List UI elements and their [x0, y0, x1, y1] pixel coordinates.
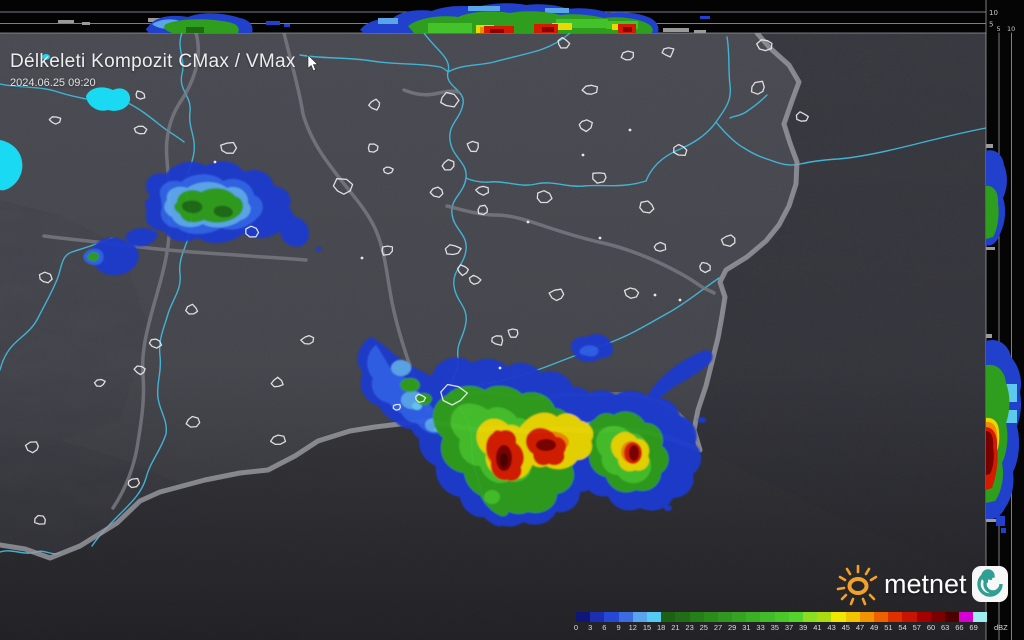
scale-tick-label: 15: [643, 623, 651, 632]
scale-tick-label: 41: [813, 623, 821, 632]
scale-cell: [576, 612, 590, 622]
svg-text:5: 5: [997, 25, 1001, 33]
radar-map[interactable]: 105510: [0, 0, 1024, 640]
scale-tick-label: 69: [969, 623, 977, 632]
scale-tick-label: 47: [856, 623, 864, 632]
scale-tick-label: 54: [898, 623, 906, 632]
color-scale-cells: [576, 612, 987, 622]
scale-cell: [704, 612, 718, 622]
shade-gradient: [0, 33, 986, 640]
scale-tick-label: 12: [629, 623, 637, 632]
scale-cell: [789, 612, 803, 622]
svg-text:5: 5: [989, 21, 993, 29]
scale-cell: [633, 612, 647, 622]
scale-tick-label: 9: [617, 623, 621, 632]
scale-cell: [590, 612, 604, 622]
scale-tick-label: 23: [685, 623, 693, 632]
scale-cell: [945, 612, 959, 622]
right-strip-bg: [986, 0, 1024, 640]
scale-cell: [675, 612, 689, 622]
scale-tick-label: 49: [870, 623, 878, 632]
scale-cell: [604, 612, 618, 622]
scale-cell: [803, 612, 817, 622]
dbz-unit-label: dBZ: [994, 623, 1008, 632]
scale-cell: [931, 612, 945, 622]
scale-cell: [760, 612, 774, 622]
scale-cell: [874, 612, 888, 622]
scale-cell: [690, 612, 704, 622]
scale-cell: [647, 612, 661, 622]
scale-tick-label: 29: [728, 623, 736, 632]
scale-tick-label: 60: [927, 623, 935, 632]
scale-tick-label: 31: [742, 623, 750, 632]
scale-tick-label: 51: [884, 623, 892, 632]
scale-tick-label: 37: [785, 623, 793, 632]
color-scale-labels: dBZ 036912151821232527293133353739414345…: [576, 623, 987, 633]
scale-cell: [846, 612, 860, 622]
scale-cell: [902, 612, 916, 622]
scale-cell: [746, 612, 760, 622]
svg-text:10: 10: [989, 9, 998, 17]
scale-tick-label: 21: [671, 623, 679, 632]
scale-tick-label: 43: [827, 623, 835, 632]
scale-tick-label: 6: [602, 623, 606, 632]
spiral-app-icon: [971, 565, 1009, 603]
scale-tick-label: 45: [842, 623, 850, 632]
logo-wordmark: metnet: [884, 564, 967, 604]
scale-tick-label: 18: [657, 623, 665, 632]
scale-cell: [619, 612, 633, 622]
scale-tick-label: 33: [756, 623, 764, 632]
scale-cell: [959, 612, 973, 622]
scale-cell: [888, 612, 902, 622]
dbz-color-scale: dBZ 036912151821232527293133353739414345…: [576, 612, 987, 633]
scale-cell: [817, 612, 831, 622]
scale-cell: [661, 612, 675, 622]
radar-viewer: 105510 Délkeleti Kompozit CMax / VMax 20…: [0, 0, 1024, 640]
scale-cell: [732, 612, 746, 622]
svg-text:10: 10: [1007, 25, 1015, 33]
scale-tick-label: 0: [574, 623, 578, 632]
sun-icon: [836, 562, 880, 606]
scale-tick-label: 35: [771, 623, 779, 632]
scale-cell: [973, 612, 987, 622]
scale-tick-label: 63: [941, 623, 949, 632]
scale-cell: [917, 612, 931, 622]
scale-tick-label: 39: [799, 623, 807, 632]
metnet-logo: metnet: [836, 562, 1009, 606]
scale-tick-label: 57: [913, 623, 921, 632]
scale-tick-label: 66: [955, 623, 963, 632]
scale-tick-label: 3: [588, 623, 592, 632]
scale-cell: [775, 612, 789, 622]
scale-tick-label: 27: [714, 623, 722, 632]
scale-cell: [860, 612, 874, 622]
scale-cell: [831, 612, 845, 622]
scale-cell: [718, 612, 732, 622]
scale-tick-label: 25: [700, 623, 708, 632]
